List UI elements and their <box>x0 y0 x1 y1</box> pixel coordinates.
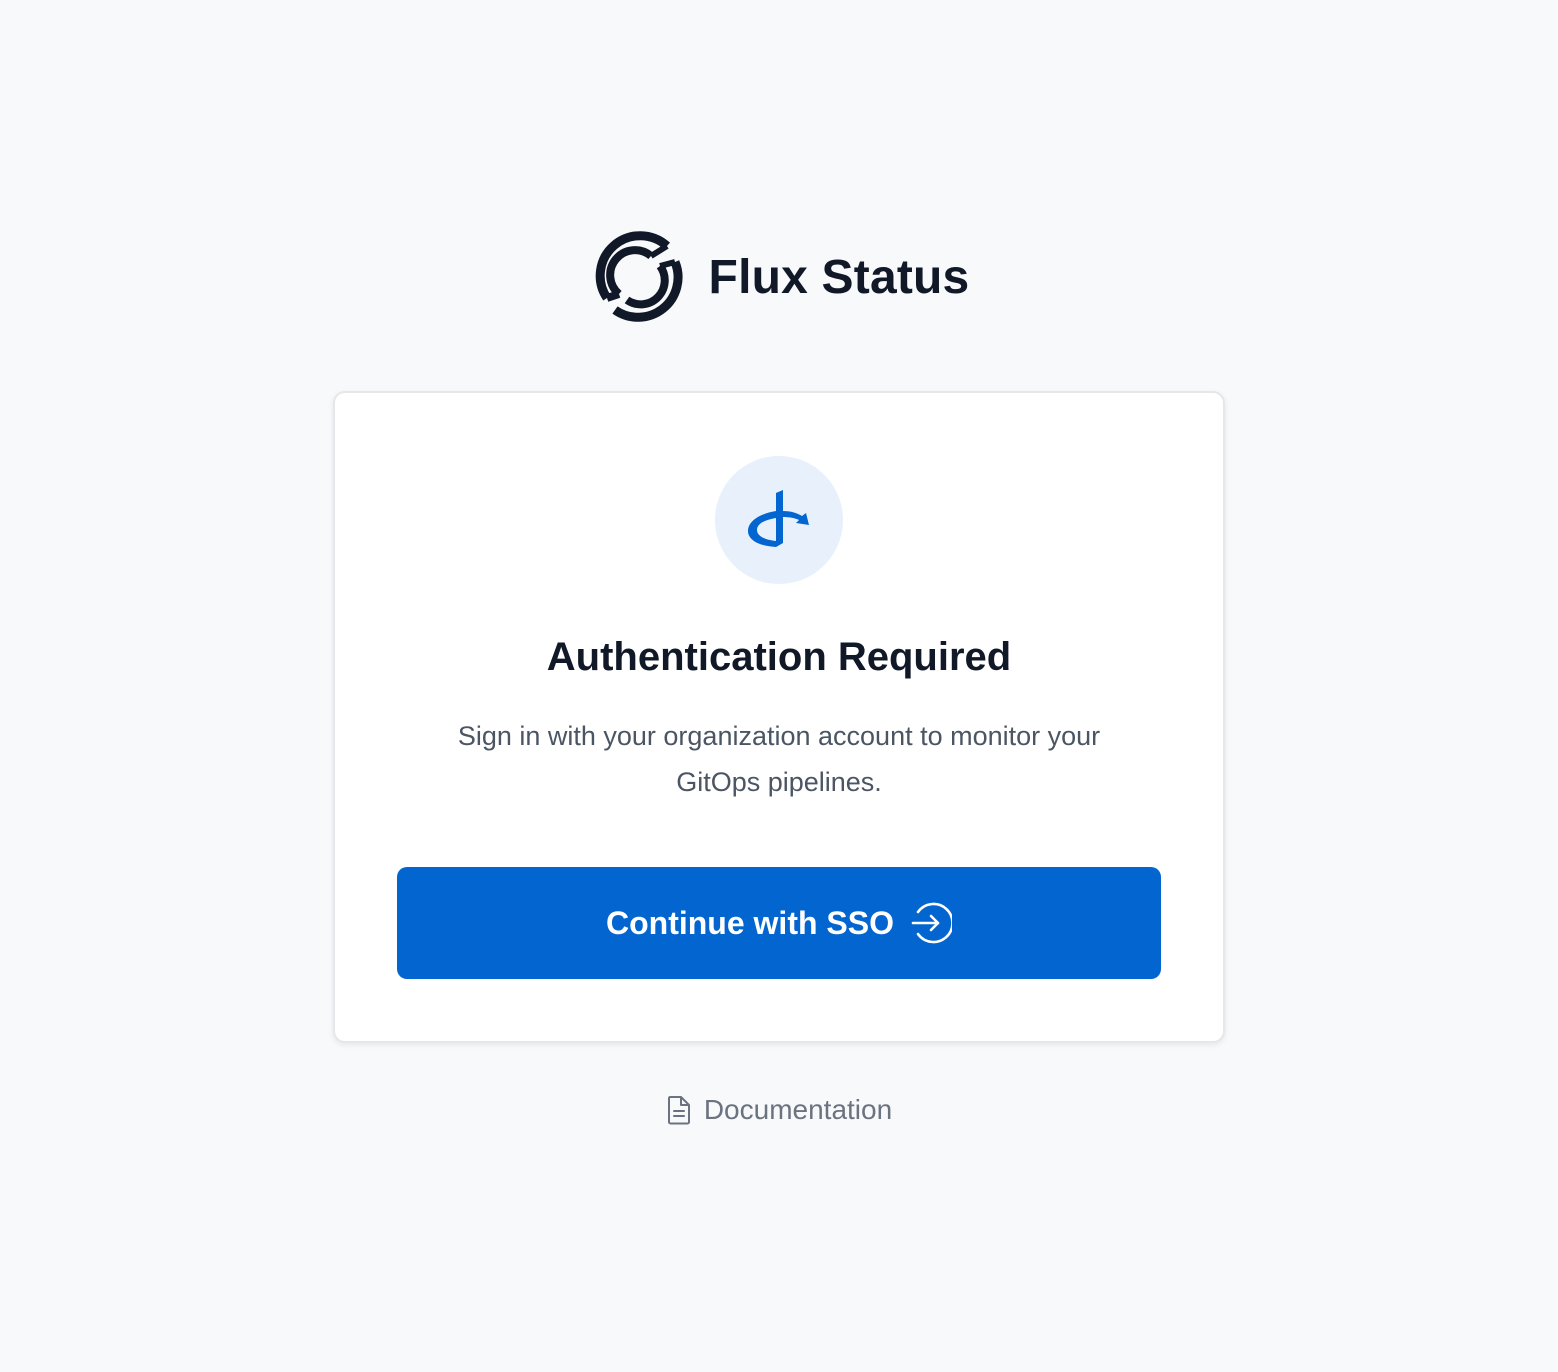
continue-with-sso-button[interactable]: Continue with SSO <box>397 867 1161 979</box>
document-icon <box>666 1095 692 1125</box>
brand-header: Flux Status <box>0 228 1558 326</box>
flux-logo-icon <box>589 228 687 326</box>
auth-card: Authentication Required Sign in with you… <box>333 391 1225 1043</box>
openid-badge <box>715 456 843 584</box>
openid-icon <box>746 489 812 551</box>
documentation-link[interactable]: Documentation <box>0 1094 1558 1126</box>
documentation-label: Documentation <box>703 1094 893 1125</box>
sso-button-label: Continue with SSO <box>606 904 894 941</box>
auth-description: Sign in with your organization account t… <box>457 721 1101 797</box>
sign-in-arrow-icon <box>910 902 952 944</box>
auth-title: Authentication Required <box>546 635 1012 679</box>
app-title: Flux Status <box>708 250 970 304</box>
